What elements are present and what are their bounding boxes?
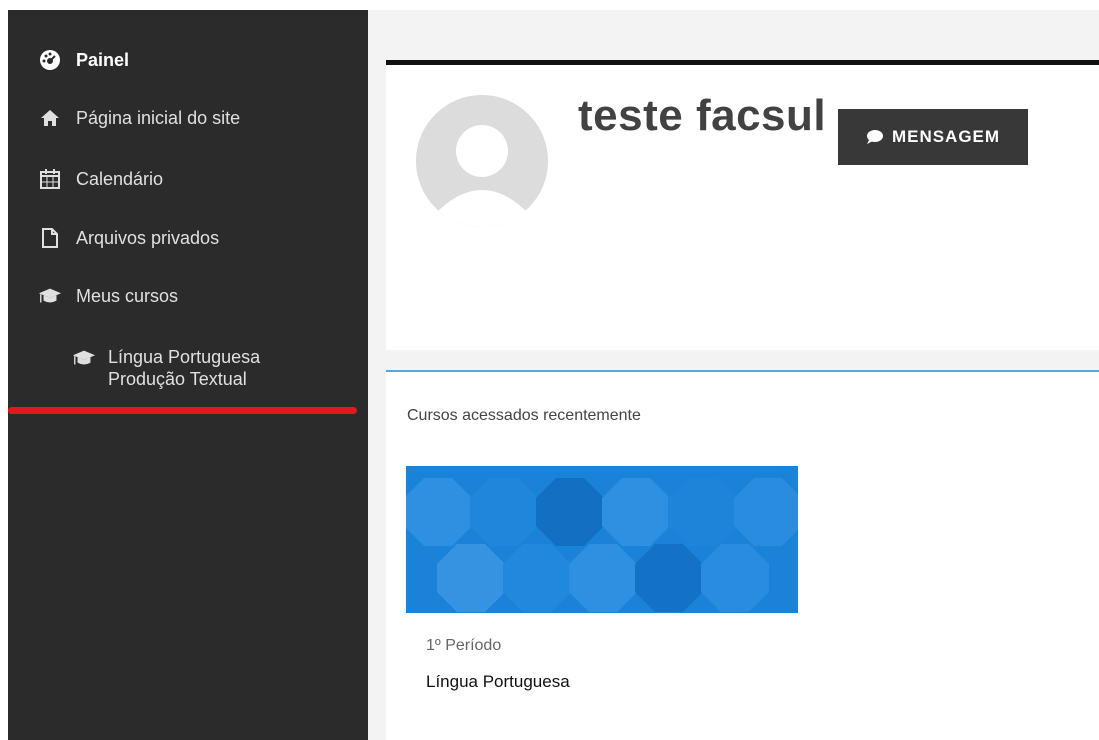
sidebar-item-label: Página inicial do site bbox=[76, 107, 241, 128]
course-name-link[interactable]: Língua Portuguesa bbox=[426, 672, 570, 692]
sidebar-item-private-files[interactable]: Arquivos privados bbox=[38, 226, 219, 250]
chat-bubble-icon bbox=[866, 129, 884, 145]
profile-header: teste facsul MENSAGEM bbox=[386, 60, 1099, 350]
sidebar-item-home[interactable]: Página inicial do site bbox=[38, 106, 240, 130]
sidebar-course-label: Língua Portuguesa Produção Textual bbox=[108, 346, 260, 390]
home-icon bbox=[38, 106, 62, 130]
recent-courses-section: Cursos acessados recentemente 1º Período… bbox=[386, 370, 1099, 740]
dashboard-icon bbox=[38, 48, 62, 72]
sidebar-item-my-courses[interactable]: Meus cursos bbox=[38, 284, 178, 308]
course-line-2: Produção Textual bbox=[108, 369, 247, 389]
sidebar-item-label: Calendário bbox=[76, 168, 164, 189]
main-content: teste facsul MENSAGEM Cursos acessados r… bbox=[368, 10, 1099, 740]
avatar bbox=[416, 95, 548, 227]
calendar-icon bbox=[38, 167, 62, 191]
highlight-underline bbox=[8, 407, 357, 414]
section-title: Cursos acessados recentemente bbox=[407, 407, 641, 424]
sidebar-item-calendar[interactable]: Calendário bbox=[38, 167, 163, 191]
sidebar-item-painel[interactable]: Painel bbox=[38, 48, 129, 72]
profile-name: teste facsul bbox=[578, 91, 827, 140]
sidebar: Painel Página inicial do site Calendário… bbox=[8, 10, 368, 740]
sidebar-item-label: Painel bbox=[76, 49, 130, 70]
file-icon bbox=[38, 226, 62, 250]
sidebar-item-label: Meus cursos bbox=[76, 285, 179, 306]
sidebar-item-course[interactable]: Língua Portuguesa Produção Textual bbox=[72, 346, 260, 390]
course-image[interactable] bbox=[406, 466, 798, 613]
message-button-label: MENSAGEM bbox=[891, 127, 1001, 146]
graduation-cap-icon bbox=[72, 346, 96, 370]
sidebar-item-label: Arquivos privados bbox=[76, 227, 220, 248]
graduation-cap-icon bbox=[38, 284, 62, 308]
course-category: 1º Período bbox=[426, 637, 502, 654]
course-line-1: Língua Portuguesa bbox=[108, 347, 261, 367]
message-button[interactable]: MENSAGEM bbox=[838, 109, 1028, 165]
